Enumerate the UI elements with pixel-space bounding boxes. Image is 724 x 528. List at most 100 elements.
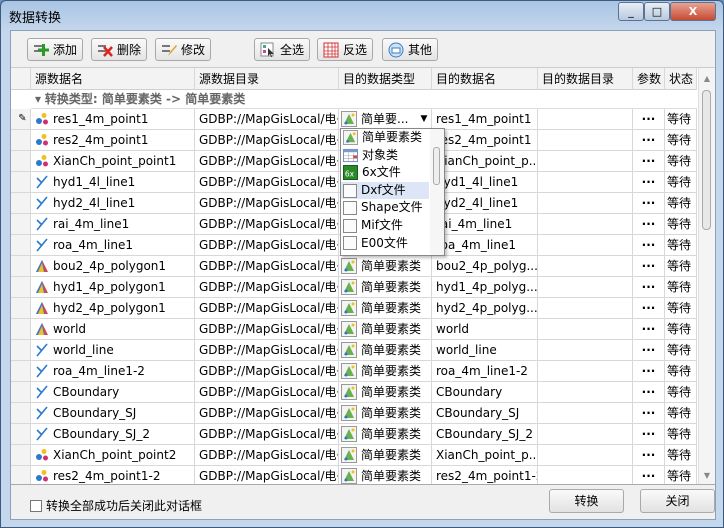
- source-dir-cell[interactable]: GDBP://MapGisLocal/电子地: [195, 319, 339, 340]
- source-name-cell[interactable]: XianCh_point_point2: [31, 445, 195, 466]
- source-name-cell[interactable]: XianCh_point_point1: [31, 151, 195, 172]
- row-indicator[interactable]: [11, 466, 31, 484]
- row-indicator[interactable]: [11, 193, 31, 214]
- params-button[interactable]: ···: [633, 319, 665, 340]
- vertical-scrollbar[interactable]: ▲ ▼: [698, 68, 715, 484]
- dropdown-option[interactable]: 对象类: [341, 147, 429, 165]
- table-row[interactable]: CBoundaryGDBP://MapGisLocal/电子地简单要素类CBou…: [11, 382, 697, 403]
- source-dir-cell[interactable]: GDBP://MapGisLocal/电子地: [195, 193, 339, 214]
- scroll-up-arrow[interactable]: ▲: [699, 74, 715, 83]
- row-indicator[interactable]: [11, 298, 31, 319]
- dest-name-cell[interactable]: CBoundary: [432, 382, 538, 403]
- dest-name-cell[interactable]: world_line: [432, 340, 538, 361]
- dest-type-cell[interactable]: 简单要素类: [339, 256, 432, 277]
- params-button[interactable]: ···: [633, 340, 665, 361]
- table-row[interactable]: bou2_4p_polygon1GDBP://MapGisLocal/电子地简单…: [11, 256, 697, 277]
- column-header-params[interactable]: 参数: [633, 68, 665, 90]
- table-row[interactable]: CBoundary_SJGDBP://MapGisLocal/电子地简单要素类C…: [11, 403, 697, 424]
- dest-name-cell[interactable]: res2_4m_point1: [432, 130, 538, 151]
- dest-dir-cell[interactable]: [538, 109, 633, 130]
- source-name-cell[interactable]: CBoundary_SJ: [31, 403, 195, 424]
- dest-dir-cell[interactable]: [538, 193, 633, 214]
- dest-dir-cell[interactable]: [538, 340, 633, 361]
- dest-type-cell[interactable]: 简单要素类: [339, 277, 432, 298]
- dest-name-cell[interactable]: roa_4m_line1: [432, 235, 538, 256]
- table-row[interactable]: CBoundary_SJ_2GDBP://MapGisLocal/电子地简单要素…: [11, 424, 697, 445]
- table-row[interactable]: world_lineGDBP://MapGisLocal/电子地简单要素类wor…: [11, 340, 697, 361]
- row-indicator[interactable]: [11, 403, 31, 424]
- dest-name-cell[interactable]: bou2_4p_polyg...: [432, 256, 538, 277]
- source-dir-cell[interactable]: GDBP://MapGisLocal/电子地: [195, 445, 339, 466]
- row-indicator[interactable]: [11, 319, 31, 340]
- minimize-button[interactable]: _: [618, 2, 644, 21]
- params-button[interactable]: ···: [633, 445, 665, 466]
- params-button[interactable]: ···: [633, 277, 665, 298]
- invert-selection-button[interactable]: 反选: [317, 38, 374, 61]
- source-dir-cell[interactable]: GDBP://MapGisLocal/电子地: [195, 298, 339, 319]
- dropdown-option[interactable]: E00文件: [341, 235, 429, 253]
- params-button[interactable]: ···: [633, 403, 665, 424]
- row-indicator[interactable]: [11, 130, 31, 151]
- dropdown-scrollbar[interactable]: [430, 129, 444, 255]
- source-dir-cell[interactable]: GDBP://MapGisLocal/电子地: [195, 340, 339, 361]
- row-indicator[interactable]: [11, 340, 31, 361]
- params-button[interactable]: ···: [633, 193, 665, 214]
- row-indicator[interactable]: [11, 172, 31, 193]
- params-button[interactable]: ···: [633, 109, 665, 130]
- close-on-success-checkbox[interactable]: [30, 499, 42, 512]
- dest-name-cell[interactable]: hyd1_4l_line1: [432, 172, 538, 193]
- dest-dir-cell[interactable]: [538, 445, 633, 466]
- dest-name-cell[interactable]: hyd1_4p_polyg...: [432, 277, 538, 298]
- params-button[interactable]: ···: [633, 130, 665, 151]
- dropdown-arrow-icon[interactable]: ▼: [420, 109, 427, 129]
- scrollbar-thumb[interactable]: [702, 90, 711, 230]
- dropdown-option[interactable]: Shape文件: [341, 199, 429, 217]
- dest-dir-cell[interactable]: [538, 382, 633, 403]
- source-dir-cell[interactable]: GDBP://MapGisLocal/电子地: [195, 256, 339, 277]
- dest-dir-cell[interactable]: [538, 214, 633, 235]
- column-header-status[interactable]: 状态: [665, 68, 697, 90]
- source-name-cell[interactable]: res1_4m_point1: [31, 109, 195, 130]
- close-button[interactable]: 关闭: [640, 489, 715, 513]
- column-header-dest-name[interactable]: 目的数据名: [432, 68, 538, 90]
- dest-name-cell[interactable]: res2_4m_point1-2: [432, 466, 538, 484]
- dest-dir-cell[interactable]: [538, 298, 633, 319]
- dest-dir-cell[interactable]: [538, 403, 633, 424]
- add-button[interactable]: 添加: [27, 38, 84, 61]
- dest-type-cell[interactable]: 简单要素类: [339, 424, 432, 445]
- dest-name-cell[interactable]: CBoundary_SJ_2: [432, 424, 538, 445]
- dest-dir-cell[interactable]: [538, 466, 633, 484]
- table-row[interactable]: XianCh_point_point2GDBP://MapGisLocal/电子…: [11, 445, 697, 466]
- params-button[interactable]: ···: [633, 466, 665, 484]
- close-window-button[interactable]: X: [670, 2, 716, 21]
- source-name-cell[interactable]: hyd2_4l_line1: [31, 193, 195, 214]
- dest-type-dropdown-list[interactable]: 简单要素类 对象类 6x 6x文件 Dxf文件 Shape文件 Mif文件 E00文件: [340, 128, 445, 256]
- source-dir-cell[interactable]: GDBP://MapGisLocal/电子地: [195, 109, 339, 130]
- source-dir-cell[interactable]: GDBP://MapGisLocal/电子地: [195, 361, 339, 382]
- source-dir-cell[interactable]: GDBP://MapGisLocal/电子地: [195, 130, 339, 151]
- params-button[interactable]: ···: [633, 214, 665, 235]
- dropdown-option[interactable]: 简单要素类: [341, 129, 429, 147]
- column-header-source-name[interactable]: 源数据名: [31, 68, 195, 90]
- dest-type-cell[interactable]: 简单要素类: [339, 382, 432, 403]
- dest-dir-cell[interactable]: [538, 235, 633, 256]
- dest-name-cell[interactable]: XianCh_point_p...: [432, 151, 538, 172]
- dest-dir-cell[interactable]: [538, 277, 633, 298]
- source-name-cell[interactable]: roa_4m_line1-2: [31, 361, 195, 382]
- source-name-cell[interactable]: CBoundary: [31, 382, 195, 403]
- params-button[interactable]: ···: [633, 361, 665, 382]
- row-indicator[interactable]: ✎: [11, 109, 31, 130]
- dropdown-option[interactable]: Dxf文件: [341, 181, 429, 200]
- source-name-cell[interactable]: res2_4m_point1-2: [31, 466, 195, 484]
- dest-dir-cell[interactable]: [538, 172, 633, 193]
- source-dir-cell[interactable]: GDBP://MapGisLocal/电子地: [195, 214, 339, 235]
- dest-name-cell[interactable]: res1_4m_point1: [432, 109, 538, 130]
- source-dir-cell[interactable]: GDBP://MapGisLocal/电子地: [195, 382, 339, 403]
- scroll-down-arrow[interactable]: ▼: [699, 471, 715, 480]
- row-indicator[interactable]: [11, 361, 31, 382]
- other-button[interactable]: 其他: [382, 38, 439, 61]
- column-header-dest-dir[interactable]: 目的数据目录: [538, 68, 633, 90]
- table-row[interactable]: roa_4m_line1-2GDBP://MapGisLocal/电子地简单要素…: [11, 361, 697, 382]
- dest-dir-cell[interactable]: [538, 424, 633, 445]
- source-name-cell[interactable]: roa_4m_line1: [31, 235, 195, 256]
